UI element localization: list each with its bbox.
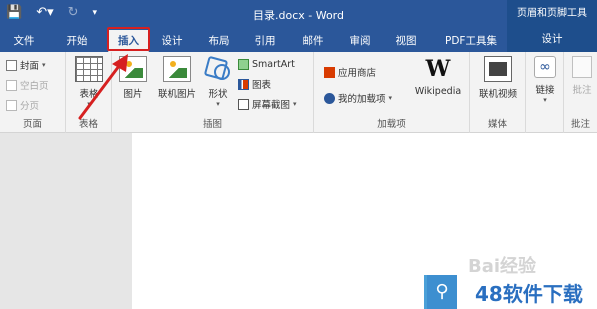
ribbon-tabs: 文件 开始 插入 设计 布局 引用 邮件 审阅 视图 PDF工具集 设计	[0, 27, 597, 52]
link-icon	[534, 56, 556, 78]
new-comment-label: 批注	[572, 85, 592, 96]
page-break-button[interactable]: 分页	[6, 97, 39, 113]
tab-home[interactable]: 开始	[57, 30, 97, 52]
chart-icon	[238, 78, 249, 90]
site-watermark-text: 48软件下载	[475, 282, 583, 306]
group-comments: 批注 批注	[564, 52, 597, 133]
magnifier-icon: ⚲	[427, 275, 457, 309]
online-video-button[interactable]: 联机视频	[474, 56, 522, 100]
group-comments-label: 批注	[570, 119, 590, 130]
group-illustrations: 图片 联机图片 形状 ▾ SmartArt 图表 屏幕截图 ▾ 插图	[112, 52, 314, 133]
title-bar: 💾 ↶▾ ↻ ▾ 目录.docx - Word 页眉和页脚工具	[0, 0, 597, 27]
cover-page-label: 封面	[20, 61, 40, 72]
group-tables: 表格 ▾ 表格	[66, 52, 112, 133]
site-watermark: ⚲ 48软件下载	[424, 275, 597, 309]
screenshot-button[interactable]: 屏幕截图 ▾	[238, 96, 297, 112]
chart-button[interactable]: 图表	[238, 76, 271, 92]
screenshot-icon	[238, 98, 249, 110]
group-pages: 封面 ▾ 空白页 分页 页面	[0, 52, 66, 133]
shapes-button[interactable]: 形状 ▾	[202, 56, 234, 108]
header-footer-tools-title: 页眉和页脚工具	[507, 0, 597, 27]
page-break-icon	[6, 99, 17, 111]
wikipedia-button[interactable]: W Wikipedia	[410, 56, 466, 97]
comment-icon	[572, 56, 592, 78]
cover-page-button[interactable]: 封面 ▾	[6, 57, 46, 73]
chevron-down-icon: ▾	[216, 100, 220, 108]
tab-view[interactable]: 视图	[386, 30, 426, 52]
insert-tab-highlight	[107, 27, 150, 51]
picture-label: 图片	[123, 89, 143, 100]
blank-page-icon	[6, 79, 17, 91]
group-illustrations-label: 插图	[202, 119, 222, 130]
links-button[interactable]: 链接 ▾	[530, 56, 560, 104]
blank-page-button[interactable]: 空白页	[6, 77, 49, 93]
group-links: 链接 ▾	[526, 52, 564, 133]
chevron-down-icon: ▾	[87, 100, 91, 108]
online-picture-label: 联机图片	[157, 89, 196, 100]
online-picture-button[interactable]: 联机图片	[152, 56, 202, 100]
group-pages-label: 页面	[22, 119, 42, 130]
group-addins-label: 加载项	[377, 119, 406, 130]
smartart-button[interactable]: SmartArt	[238, 56, 295, 72]
smartart-icon	[238, 58, 249, 70]
tab-mailings[interactable]: 邮件	[293, 30, 333, 52]
chart-label: 图表	[252, 80, 272, 91]
chevron-down-icon: ▾	[42, 61, 46, 69]
my-addins-icon	[324, 92, 335, 104]
smartart-label: SmartArt	[252, 58, 295, 70]
blank-page-label: 空白页	[20, 81, 49, 92]
tab-file[interactable]: 文件	[4, 30, 44, 52]
online-video-icon	[484, 56, 512, 82]
group-media: 联机视频 媒体	[470, 52, 526, 133]
wikipedia-icon: W	[425, 56, 451, 82]
tab-layout[interactable]: 布局	[199, 30, 239, 52]
tab-design[interactable]: 设计	[152, 30, 192, 52]
my-addins-button[interactable]: 我的加载项 ▾	[324, 90, 392, 106]
my-addins-label: 我的加载项	[338, 94, 386, 105]
group-tables-label: 表格	[78, 119, 98, 130]
group-addins: 应用商店 我的加载项 ▾ W Wikipedia 加载项	[314, 52, 470, 133]
ribbon-insert: 封面 ▾ 空白页 分页 页面 表格 ▾ 表格 图片 联机图片 形状 ▾ Smar…	[0, 52, 597, 133]
picture-button[interactable]: 图片	[118, 56, 148, 100]
wikipedia-label: Wikipedia	[414, 86, 462, 97]
shapes-icon	[204, 56, 232, 82]
tab-references[interactable]: 引用	[245, 30, 285, 52]
online-picture-icon	[163, 56, 191, 82]
online-video-label: 联机视频	[478, 89, 517, 100]
store-icon	[324, 66, 335, 78]
table-button[interactable]: 表格 ▾	[73, 56, 105, 108]
chevron-down-icon: ▾	[543, 96, 547, 104]
table-icon	[75, 56, 103, 82]
shapes-label: 形状	[208, 89, 228, 100]
links-label: 链接	[535, 85, 555, 96]
store-button[interactable]: 应用商店	[324, 64, 376, 80]
table-label: 表格	[79, 89, 99, 100]
group-media-label: 媒体	[487, 119, 507, 130]
picture-icon	[119, 56, 147, 82]
cover-page-icon	[6, 59, 17, 71]
tab-header-footer-design[interactable]: 设计	[507, 27, 597, 52]
tab-review[interactable]: 审阅	[340, 30, 380, 52]
chevron-down-icon: ▾	[388, 94, 393, 102]
screenshot-label: 屏幕截图	[252, 100, 291, 111]
new-comment-button[interactable]: 批注	[568, 56, 596, 96]
tab-pdf-tools[interactable]: PDF工具集	[436, 30, 506, 52]
page-break-label: 分页	[20, 101, 40, 112]
store-label: 应用商店	[338, 68, 377, 79]
chevron-down-icon: ▾	[293, 100, 297, 108]
